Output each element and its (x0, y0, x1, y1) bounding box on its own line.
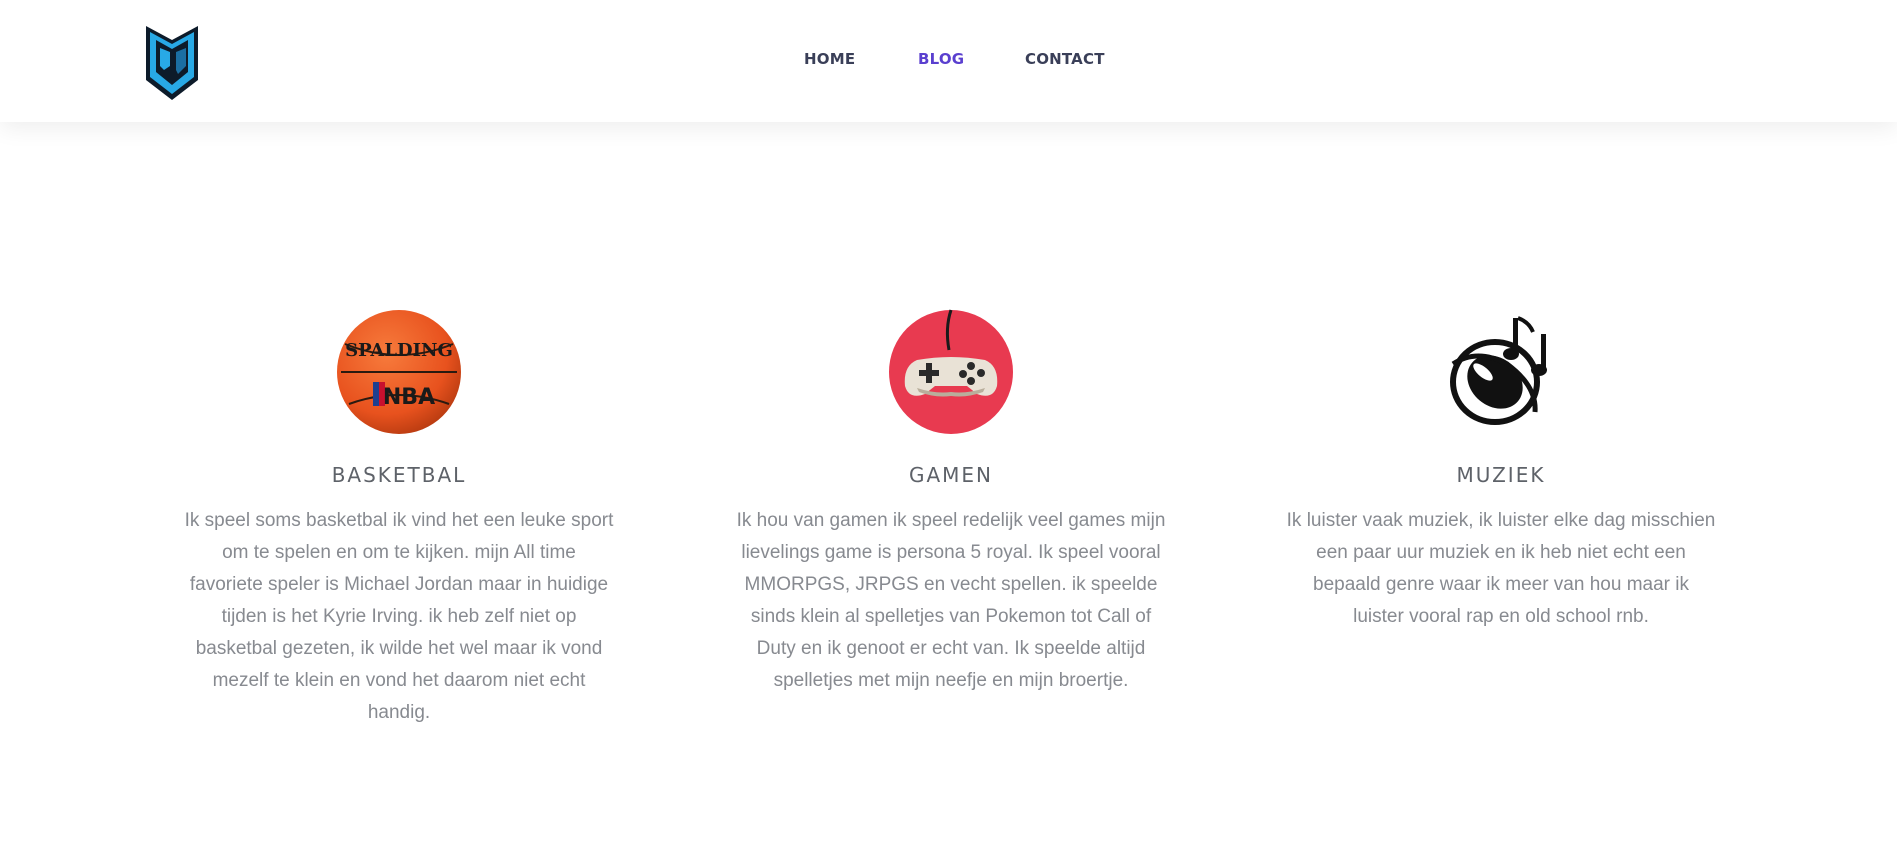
card-title: BASKETBAL (331, 463, 467, 487)
card-text: Ik speel soms basketbal ik vind het een … (184, 510, 614, 723)
nav-blog-link[interactable]: BLOG (918, 50, 964, 68)
card-muziek: MUZIEK Ik luister vaak muziek, ik luiste… (1281, 308, 1721, 633)
site-header: HOME BLOG CONTACT (0, 0, 1897, 122)
card-gamen: GAMEN Ik hou van gamen ik speel redelijk… (731, 308, 1171, 697)
basketball-icon: SPALDING NBA (335, 308, 463, 436)
svg-text:SPALDING: SPALDING (345, 340, 453, 361)
card-text: Ik hou van gamen ik speel redelijk veel … (736, 510, 1166, 691)
svg-text:NBA: NBA (383, 385, 435, 410)
card-title: GAMEN (908, 463, 994, 487)
nav-contact-link[interactable]: CONTACT (1025, 50, 1105, 68)
logo-icon (146, 26, 198, 100)
logo-link[interactable] (144, 22, 204, 102)
card-text: Ik luister vaak muziek, ik luister elke … (1286, 510, 1716, 627)
gamepad-icon (887, 308, 1015, 436)
card-title: MUZIEK (1456, 463, 1546, 487)
music-icon (1437, 308, 1565, 436)
card-basketbal: SPALDING NBA BASKETBAL Ik speel soms bas… (179, 308, 619, 729)
nav-home-link[interactable]: HOME (804, 50, 855, 68)
